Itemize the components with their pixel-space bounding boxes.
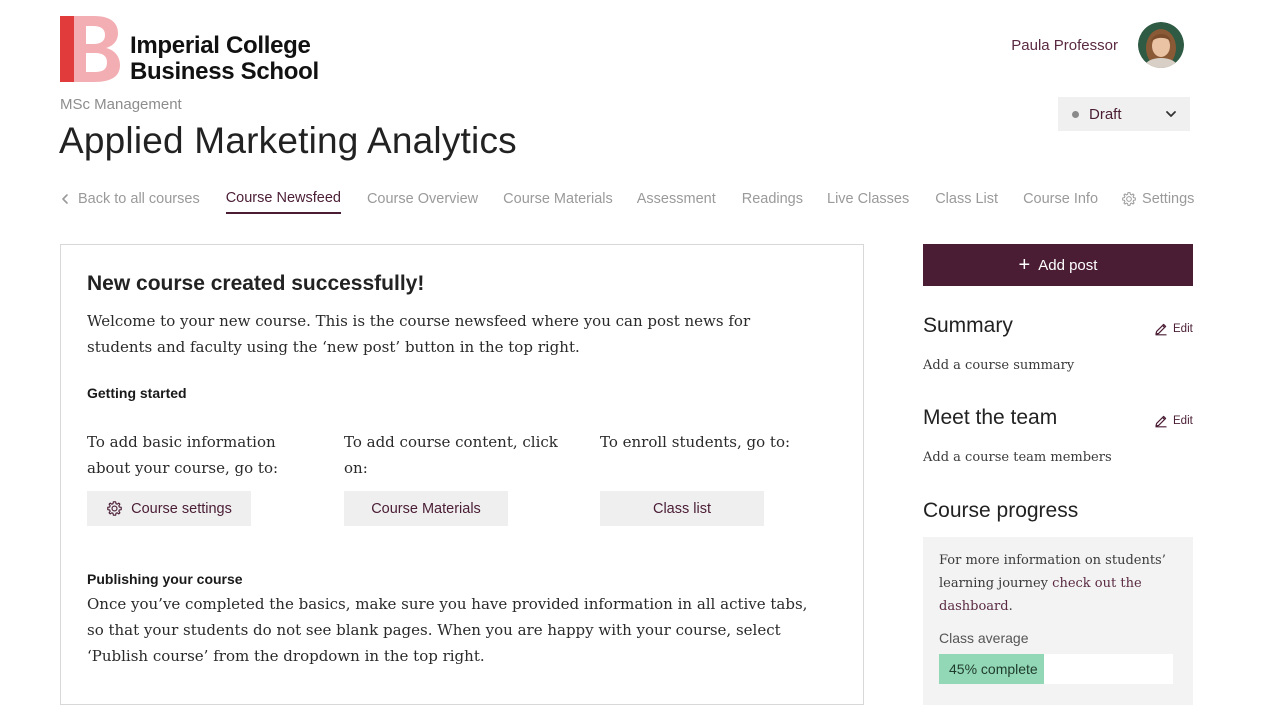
tab-settings[interactable]: Settings <box>1121 191 1194 213</box>
status-dropdown[interactable]: Draft <box>1058 97 1190 131</box>
tab-label: Readings <box>741 191 803 207</box>
button-label: Course Materials <box>371 500 481 517</box>
brand-name-line1: Imperial College <box>130 32 311 59</box>
tab-readings[interactable]: Readings <box>742 191 803 213</box>
summary-edit-link[interactable]: Edit <box>1154 322 1193 336</box>
pencil-icon <box>1155 323 1167 336</box>
status-dot-icon <box>1072 110 1079 118</box>
logo-mark-icon <box>60 16 120 82</box>
tab-label: Assessment <box>636 191 716 207</box>
tab-live-classes[interactable]: Live Classes <box>827 191 909 213</box>
summary-heading: Summary <box>923 314 1013 337</box>
chevron-left-icon <box>62 194 68 204</box>
class-average-label: Class average <box>939 630 1029 646</box>
progress-heading: Course progress <box>923 499 1079 522</box>
course-settings-button[interactable]: Course settings <box>87 491 251 526</box>
user-avatar-photo-icon <box>1138 22 1184 68</box>
brand-logo[interactable]: Imperial College Business School <box>60 16 319 85</box>
gear-icon <box>1122 192 1136 206</box>
publishing-heading: Publishing your course <box>87 571 243 587</box>
newsfeed-card: New course created successfully! Welcome… <box>60 244 864 705</box>
status-label: Draft <box>1089 105 1122 123</box>
progress-bar-label: 45% complete <box>949 661 1038 677</box>
brand-name: Imperial College Business School <box>130 33 319 85</box>
welcome-text: Welcome to your new course. This is the … <box>87 312 751 356</box>
card-heading: New course created successfully! <box>87 272 425 295</box>
tab-label: Settings <box>1142 191 1195 207</box>
getting-started-heading: Getting started <box>87 385 187 401</box>
edit-label: Edit <box>1173 415 1193 427</box>
program-name: MSc Management <box>60 96 182 113</box>
brand-name-line2: Business School <box>130 58 319 85</box>
tab-label: Live Classes <box>827 191 910 207</box>
plus-icon: + <box>1018 254 1031 276</box>
tab-label: Course Newsfeed <box>225 190 341 206</box>
gear-icon <box>107 501 122 516</box>
pencil-icon <box>1155 415 1167 428</box>
avatar[interactable] <box>1138 22 1184 68</box>
column-text-enroll: To enroll students, go to: <box>600 433 791 451</box>
user-name[interactable]: Paula Professor <box>1011 37 1118 54</box>
tab-label: Course Materials <box>503 191 613 207</box>
team-text: Add a course team members <box>923 450 1112 465</box>
column-text-course-content: To add course content, click on: <box>344 433 558 477</box>
course-tabs: Back to all courses Course Newsfeed Cour… <box>60 190 1194 214</box>
user-menu[interactable]: Paula Professor <box>1011 22 1184 68</box>
progress-info-suffix: . <box>1008 599 1013 614</box>
page-title: Applied Marketing Analytics <box>59 120 517 161</box>
tab-course-materials[interactable]: Course Materials <box>503 191 613 213</box>
tab-label: Course Overview <box>366 191 479 207</box>
course-progress-panel: For more information on students’ learni… <box>923 537 1193 705</box>
team-heading: Meet the team <box>923 406 1058 429</box>
tab-label: Back to all courses <box>78 191 200 207</box>
add-post-button[interactable]: + Add post <box>923 244 1193 286</box>
class-list-button[interactable]: Class list <box>600 491 764 526</box>
tab-class-list[interactable]: Class List <box>935 191 998 213</box>
edit-label: Edit <box>1173 323 1193 335</box>
tab-back-to-courses[interactable]: Back to all courses <box>60 191 200 213</box>
course-materials-button[interactable]: Course Materials <box>344 491 508 526</box>
progress-info-text: For more information on students’ learni… <box>939 549 1169 618</box>
column-text-basic-info: To add basic information about your cour… <box>87 433 279 477</box>
button-label: Course settings <box>131 500 232 517</box>
add-post-label: Add post <box>1038 256 1098 274</box>
team-edit-link[interactable]: Edit <box>1154 414 1193 428</box>
tab-label: Class List <box>935 191 999 207</box>
publishing-text: Once you’ve completed the basics, make s… <box>87 595 808 665</box>
progress-bar: 45% complete <box>939 654 1173 684</box>
tab-course-newsfeed[interactable]: Course Newsfeed <box>225 190 341 214</box>
tab-course-overview[interactable]: Course Overview <box>367 191 478 213</box>
tab-assessment[interactable]: Assessment <box>637 191 716 213</box>
chevron-down-icon <box>1166 111 1176 117</box>
tab-label: Course Info <box>1023 191 1099 207</box>
tab-course-info[interactable]: Course Info <box>1023 191 1098 213</box>
summary-text: Add a course summary <box>923 358 1075 373</box>
button-label: Class list <box>652 500 711 517</box>
